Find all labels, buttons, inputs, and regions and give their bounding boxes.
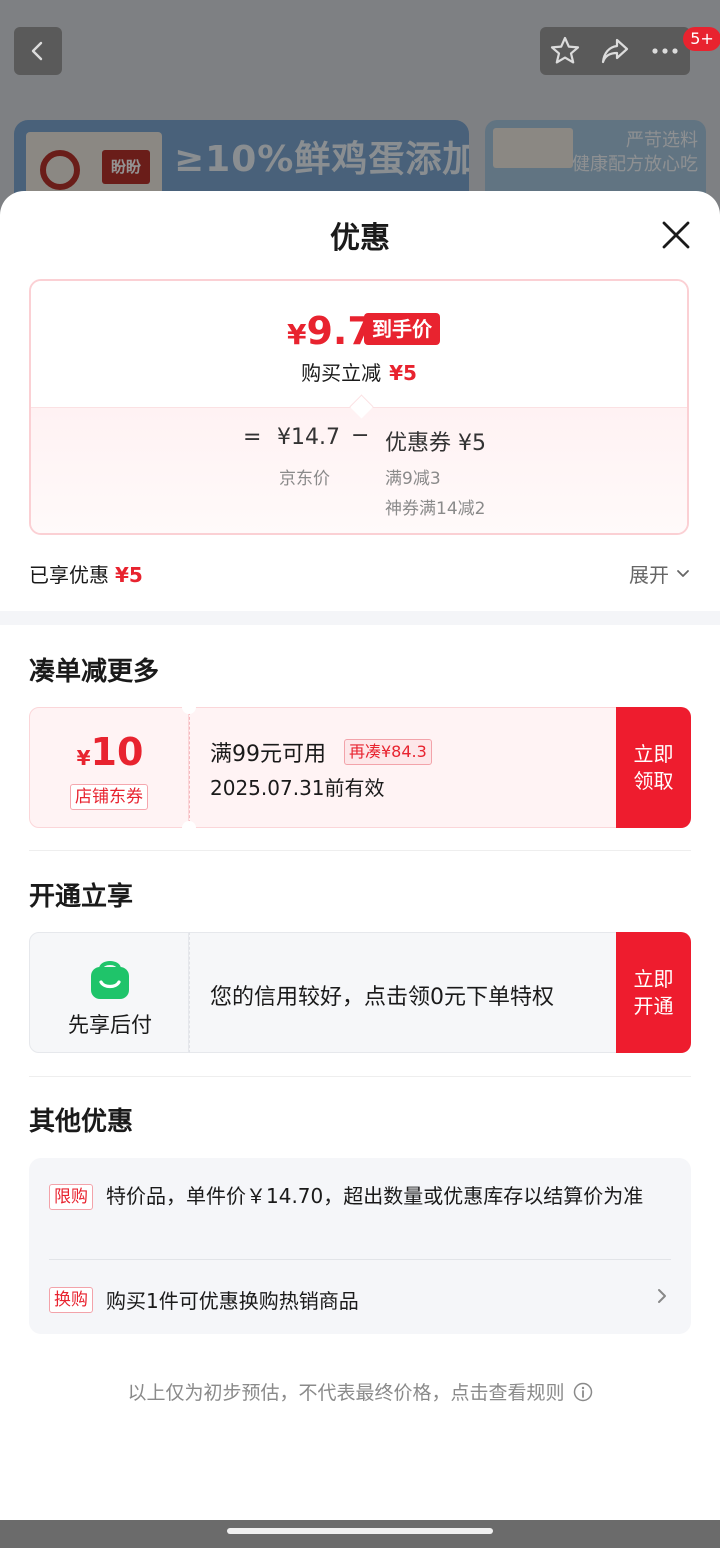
coupon-amount-panel: ¥10 店铺东券	[29, 707, 189, 828]
divider	[29, 1076, 691, 1077]
notification-badge: 5+	[683, 27, 720, 51]
pay-later-info-panel: 您的信用较好，点击领0元下单特权	[189, 932, 617, 1053]
back-button[interactable]	[14, 27, 62, 75]
coupon-deduction: 优惠券 ¥5	[385, 431, 486, 456]
coupon-condition: 满99元可用	[210, 742, 326, 767]
close-icon[interactable]	[656, 215, 696, 255]
share-icon[interactable]	[599, 35, 631, 67]
pay-later-logo-panel: 先享后付	[29, 932, 189, 1053]
equals-sign: =	[243, 425, 262, 450]
store-coupon-card[interactable]: ¥10 店铺东券 满99元可用 再凑¥84.3 2025.07.31前有效 立即…	[29, 700, 691, 835]
info-icon	[573, 1382, 592, 1401]
claim-coupon-button[interactable]: 立即 领取	[616, 707, 691, 828]
final-price: ¥9.7	[287, 309, 374, 353]
chevron-left-icon	[31, 41, 43, 61]
coupon-need-more-tag: 再凑¥84.3	[344, 739, 432, 765]
coupon-valid-date: 2025.07.31前有效	[210, 776, 385, 800]
discount-sheet: 优惠 ¥9.7 到手价 购买立减 ¥5 = ¥14.7 − 优惠券 ¥5 京东价 …	[0, 191, 720, 1520]
rules-footnote[interactable]: 以上仅为初步预估，不代表最终价格，点击查看规则	[0, 1378, 720, 1405]
shopping-bag-icon	[91, 961, 129, 999]
open-pay-later-button[interactable]: 立即 开通	[616, 932, 691, 1053]
coupon-condition-2: 神券满14减2	[385, 499, 486, 519]
limit-purchase-text: 特价品，单件价￥14.70，超出数量或优惠库存以结算价为准	[106, 1184, 644, 1208]
enjoyed-discount: 已享优惠 ¥5	[29, 559, 143, 588]
footnote-text: 以上仅为初步预估，不代表最终价格，点击查看规则	[127, 1382, 565, 1404]
expand-label: 展开	[629, 563, 669, 587]
section-separator	[0, 611, 720, 625]
other-discounts-list: 限购 特价品，单件价￥14.70，超出数量或优惠库存以结算价为准 换购 购买1件…	[29, 1158, 691, 1334]
top-action-bar	[540, 27, 690, 75]
coupon-info-panel: 满99元可用 再凑¥84.3 2025.07.31前有效	[189, 707, 617, 828]
trade-in-text[interactable]: 购买1件可优惠换购热销商品	[106, 1285, 359, 1314]
limit-purchase-tag: 限购	[49, 1184, 93, 1210]
star-icon[interactable]	[549, 35, 581, 67]
pay-later-name: 先享后付	[68, 1013, 152, 1037]
final-price-currency: ¥	[287, 318, 307, 351]
trade-in-tag: 换购	[49, 1287, 93, 1313]
section-title-open: 开通立享	[29, 882, 134, 912]
minus-sign: −	[351, 423, 370, 448]
open-button-line2: 开通	[633, 993, 674, 1018]
list-divider	[49, 1259, 671, 1260]
more-icon[interactable]	[649, 35, 681, 67]
divider	[29, 850, 691, 851]
chevron-down-icon	[677, 569, 689, 577]
buy-reduce-value: ¥5	[389, 361, 417, 385]
enjoyed-label: 已享优惠	[29, 563, 109, 587]
sheet-title: 优惠	[330, 221, 390, 256]
section-title-other: 其他优惠	[29, 1107, 134, 1137]
jd-price-label: 京东价	[279, 469, 330, 489]
coupon-bite	[182, 821, 196, 835]
coupon-bite	[182, 700, 196, 714]
jd-price: ¥14.7	[277, 425, 340, 450]
coupon-type-badge: 店铺东券	[70, 784, 148, 810]
system-nav-bar	[0, 1520, 720, 1548]
enjoyed-value: ¥5	[115, 563, 143, 587]
coupon-amount: ¥10	[30, 730, 190, 774]
coupon-condition-1: 满9减3	[385, 469, 441, 489]
pay-later-card[interactable]: 先享后付 您的信用较好，点击领0元下单特权 立即 开通	[29, 932, 691, 1053]
claim-button-line1: 立即	[633, 741, 674, 766]
final-price-tag: 到手价	[364, 313, 440, 345]
coupon-amount-value: 10	[90, 730, 144, 774]
price-breakdown-card: ¥9.7 到手价 购买立减 ¥5 = ¥14.7 − 优惠券 ¥5 京东价 满9减…	[29, 279, 689, 535]
section-title-combine: 凑单减更多	[29, 657, 160, 687]
coupon-currency: ¥	[76, 746, 91, 770]
buy-reduce-line: 购买立减 ¥5	[31, 357, 687, 386]
buy-reduce-label: 购买立减	[301, 361, 382, 385]
home-indicator[interactable]	[227, 1528, 493, 1534]
claim-button-line2: 领取	[633, 768, 674, 793]
open-button-line1: 立即	[633, 966, 674, 991]
expand-button[interactable]: 展开	[629, 559, 691, 588]
pay-later-text: 您的信用较好，点击领0元下单特权	[210, 985, 554, 1010]
chevron-right-icon[interactable]	[655, 1286, 669, 1306]
